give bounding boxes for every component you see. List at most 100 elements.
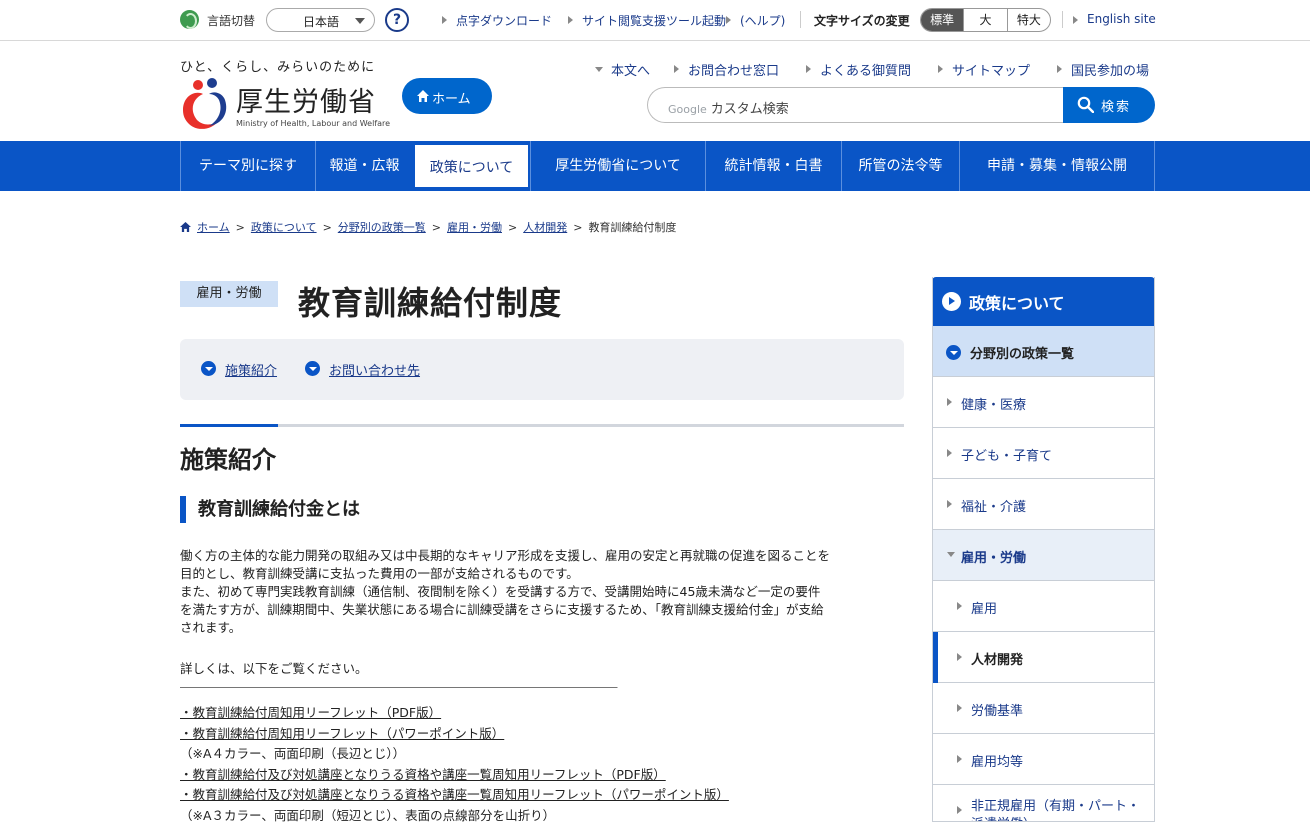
breadcrumb-policy[interactable]: 政策について bbox=[251, 221, 317, 234]
help-icon[interactable]: ? bbox=[385, 8, 409, 32]
sidebar-item-labor-standards[interactable]: 労働基準 bbox=[933, 683, 1154, 734]
sidebar-item-hr-development[interactable]: 人材開発 bbox=[933, 632, 1154, 683]
intro-line: されます。 bbox=[180, 620, 242, 635]
nav-about[interactable]: 厚生労働省について bbox=[530, 141, 705, 191]
font-size-xlarge-button[interactable]: 特大 bbox=[1006, 9, 1050, 31]
sidebar-item-welfare[interactable]: 福祉・介護 bbox=[933, 479, 1154, 530]
sidebar-item-non-regular[interactable]: 非正規雇用（有期・パート・派遣労働） bbox=[933, 785, 1154, 821]
nav-laws[interactable]: 所管の法令等 bbox=[841, 141, 959, 191]
breadcrumb: ホーム > 政策について > 分野別の政策一覧 > 雇用・労働 > 人材開発 > 教育訓練給付制度 bbox=[180, 219, 676, 235]
sidebar-item-employment[interactable]: 雇用・労働 bbox=[933, 530, 1154, 581]
intro-line: 働く方の主体的な能力開発の取組み又は中長期的なキャリア形成を支援し、雇用の安定と… bbox=[180, 548, 831, 563]
sidebar-item-label: 子ども・子育て bbox=[961, 449, 1053, 464]
font-size-label: 文字サイズの変更 bbox=[814, 14, 910, 28]
breadcrumb-separator: > bbox=[235, 221, 245, 234]
breadcrumb-current: 教育訓練給付制度 bbox=[588, 221, 677, 234]
chevron-right-icon bbox=[957, 704, 962, 712]
sidebar-item-children[interactable]: 子ども・子育て bbox=[933, 428, 1154, 479]
breadcrumb-hr-development[interactable]: 人材開発 bbox=[523, 221, 567, 234]
category-badge: 雇用・労働 bbox=[180, 281, 278, 307]
skip-to-content-link[interactable]: 本文へ bbox=[594, 60, 650, 79]
chevron-right-circle-icon bbox=[942, 292, 961, 311]
text-divider: ――――――――――――――――――――――――――――――――――― bbox=[180, 679, 618, 694]
breadcrumb-separator: > bbox=[431, 221, 441, 234]
home-icon bbox=[417, 90, 429, 102]
divider bbox=[800, 11, 801, 28]
search-icon bbox=[1077, 96, 1094, 113]
sidebar-heading[interactable]: 政策について bbox=[933, 277, 1154, 326]
chevron-right-icon bbox=[957, 653, 962, 661]
breadcrumb-separator: > bbox=[322, 221, 332, 234]
sidebar-item-label: 福祉・介護 bbox=[961, 500, 1027, 515]
sidebar-item-jobs[interactable]: 雇用 bbox=[933, 581, 1154, 632]
details-paragraph: 詳しくは、以下をご覧ください。 ――――――――――――――――――――――――… bbox=[180, 660, 904, 696]
globe-icon bbox=[180, 10, 199, 29]
anchor-link-contact[interactable]: お問い合わせ先 bbox=[305, 360, 420, 379]
accessibility-help-link[interactable]: (ヘルプ) bbox=[725, 12, 785, 29]
contact-link[interactable]: お問合わせ窓口 bbox=[673, 60, 779, 79]
chevron-down-circle-icon bbox=[946, 345, 961, 360]
sidebar-item-label: 人材開発 bbox=[971, 653, 1024, 668]
global-nav: テーマ別に探す 報道・広報 政策について 厚生労働省について 統計情報・白書 所… bbox=[0, 141, 1310, 191]
chevron-right-icon bbox=[947, 398, 952, 406]
sidebar-item-label: 雇用均等 bbox=[971, 755, 1024, 770]
chevron-right-icon bbox=[947, 449, 952, 457]
breadcrumb-separator: > bbox=[508, 221, 518, 234]
utility-bar: 言語切替 日本語 ? 点字ダウンロード サイト閲覧支援ツール起動 (ヘルプ) 文… bbox=[0, 0, 1310, 41]
breadcrumb-separator: > bbox=[573, 221, 583, 234]
intro-line: また、初めて専門実践教育訓練（通信制、夜間制を除く）を受講する方で、受講開始時に… bbox=[180, 584, 821, 599]
intro-line: を満たす方が、訓練期間中、失業状態にある場合に訓練受講をさらに支援するため、「教… bbox=[180, 602, 824, 617]
document-list: ・教育訓練給付周知用リーフレット（PDF版） ・教育訓練給付周知用リーフレット（… bbox=[180, 703, 904, 822]
section-heading: 施策紹介 bbox=[180, 446, 276, 474]
sidebar-item-equal-employment[interactable]: 雇用均等 bbox=[933, 734, 1154, 785]
mhlw-logo-icon[interactable] bbox=[179, 76, 231, 132]
divider bbox=[1062, 11, 1063, 28]
faq-link[interactable]: よくある御質問 bbox=[805, 60, 911, 79]
search-button[interactable]: 検索 bbox=[1063, 87, 1155, 123]
nav-theme[interactable]: テーマ別に探す bbox=[180, 141, 315, 191]
chevron-down-circle-icon bbox=[201, 361, 216, 376]
home-button-label: ホーム bbox=[432, 92, 471, 107]
font-size-standard-button[interactable]: 標準 bbox=[921, 9, 964, 31]
nav-policy[interactable]: 政策について bbox=[413, 143, 530, 189]
sidebar-subheading[interactable]: 分野別の政策一覧 bbox=[933, 326, 1154, 377]
breadcrumb-policy-list[interactable]: 分野別の政策一覧 bbox=[338, 221, 426, 234]
sidebar-heading-label: 政策について bbox=[969, 294, 1065, 313]
nav-press[interactable]: 報道・広報 bbox=[315, 141, 413, 191]
language-select[interactable]: 日本語 bbox=[266, 8, 375, 32]
course-list-ppt-link[interactable]: ・教育訓練給付及び対処講座となりうる資格や講座一覧周知用リーフレット（パワーポイ… bbox=[180, 785, 904, 806]
chevron-down-circle-icon bbox=[305, 361, 320, 376]
home-button[interactable]: ホーム bbox=[402, 78, 492, 114]
site-logo-text[interactable]: 厚生労働省 bbox=[236, 80, 376, 119]
print-note: （※A４カラー、両面印刷（長辺とじ）） bbox=[180, 746, 406, 761]
english-site-link[interactable]: English site bbox=[1073, 12, 1156, 26]
leaflet-ppt-link[interactable]: ・教育訓練給付周知用リーフレット（パワーポイント版） bbox=[180, 724, 904, 745]
sidebar-item-health[interactable]: 健康・医療 bbox=[933, 377, 1154, 428]
language-select-value: 日本語 bbox=[303, 15, 340, 29]
breadcrumb-home[interactable]: ホーム bbox=[197, 221, 230, 234]
sidebar: 政策について 分野別の政策一覧 健康・医療 子ども・子育て 福祉・介護 雇用・労… bbox=[932, 277, 1155, 822]
sidebar-item-label: 労働基準 bbox=[971, 704, 1024, 719]
chevron-right-icon bbox=[957, 602, 962, 610]
chevron-down-icon bbox=[947, 552, 955, 557]
search-input[interactable]: Google カスタム検索 bbox=[647, 87, 1063, 123]
anchor-link-overview[interactable]: 施策紹介 bbox=[201, 360, 277, 379]
search-button-label: 検索 bbox=[1101, 100, 1132, 115]
course-list-pdf-link[interactable]: ・教育訓練給付及び対処講座となりうる資格や講座一覧周知用リーフレット（PDF版） bbox=[180, 765, 904, 786]
site-tagline: ひと、くらし、みらいのために bbox=[180, 60, 376, 75]
language-switch-label: 言語切替 bbox=[207, 14, 256, 28]
public-participation-link[interactable]: 国民参加の場 bbox=[1056, 60, 1149, 79]
leaflet-pdf-link[interactable]: ・教育訓練給付周知用リーフレット（PDF版） bbox=[180, 703, 904, 724]
accessibility-tool-link[interactable]: サイト閲覧支援ツール起動 bbox=[567, 12, 726, 29]
font-size-large-button[interactable]: 大 bbox=[963, 9, 1006, 31]
section-divider bbox=[180, 424, 904, 427]
sitemap-link[interactable]: サイトマップ bbox=[937, 60, 1030, 79]
page-title: 教育訓練給付制度 bbox=[298, 284, 563, 322]
nav-statistics[interactable]: 統計情報・白書 bbox=[705, 141, 841, 191]
anchor-link-label: お問い合わせ先 bbox=[329, 364, 421, 379]
chevron-down-icon bbox=[355, 18, 365, 24]
nav-applications[interactable]: 申請・募集・情報公開 bbox=[959, 141, 1154, 191]
braille-download-link[interactable]: 点字ダウンロード bbox=[441, 12, 552, 29]
sidebar-item-label: 健康・医療 bbox=[961, 398, 1027, 413]
breadcrumb-employment[interactable]: 雇用・労働 bbox=[447, 221, 502, 234]
